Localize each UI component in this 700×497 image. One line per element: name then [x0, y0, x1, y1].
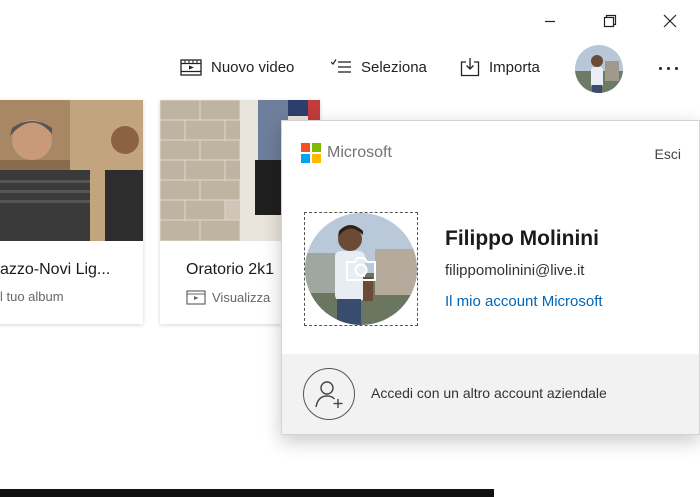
microsoft-logo: Microsoft — [301, 143, 392, 163]
photo-strip — [0, 489, 494, 497]
avatar — [575, 45, 623, 93]
new-video-label: Nuovo video — [211, 58, 295, 76]
my-microsoft-account-link[interactable]: Il mio account Microsoft — [445, 293, 603, 310]
album-thumbnail — [0, 100, 143, 241]
close-button[interactable] — [655, 8, 685, 34]
import-button[interactable]: Importa — [460, 52, 540, 82]
multi-select-icon — [330, 59, 351, 73]
import-label: Importa — [489, 58, 540, 76]
select-button[interactable]: Seleziona — [330, 52, 427, 82]
album-subtitle: l tuo album — [0, 289, 64, 304]
import-icon — [460, 58, 480, 77]
close-icon — [663, 14, 677, 28]
new-video-button[interactable]: Nuovo video — [180, 52, 294, 82]
camera-icon — [346, 257, 376, 281]
minimize-icon — [545, 20, 555, 23]
minimize-button[interactable] — [535, 8, 565, 34]
add-work-account-row[interactable]: Accedi con un altro account aziendale — [282, 354, 699, 434]
album-title: Oratorio 2k1 — [186, 261, 275, 278]
album-card[interactable]: azzo-Novi Lig... l tuo album — [0, 100, 143, 324]
account-user-name: Filippo Molinini — [445, 227, 599, 250]
restore-icon — [603, 14, 617, 28]
more-options-button[interactable] — [652, 56, 684, 80]
select-label: Seleziona — [361, 58, 427, 76]
account-flyout: Microsoft Esci Filippo Molinini filippom… — [281, 120, 700, 435]
account-email: filippomolinini@live.it — [445, 262, 585, 279]
restore-button[interactable] — [595, 8, 625, 34]
add-work-account-label: Accedi con un altro account aziendale — [371, 385, 607, 401]
account-avatar-button[interactable] — [575, 45, 623, 93]
more-icon — [658, 66, 662, 70]
account-picture-button[interactable] — [304, 212, 418, 326]
album-subtitle: Visualizza — [186, 289, 270, 305]
microsoft-brand-name: Microsoft — [327, 144, 392, 161]
add-account-icon — [303, 368, 355, 420]
sign-out-link[interactable]: Esci — [655, 146, 681, 162]
video-editor-icon — [186, 290, 206, 305]
microsoft-logo-icon — [301, 143, 321, 163]
video-editor-icon — [180, 59, 202, 76]
account-picture — [305, 213, 417, 325]
album-title: azzo-Novi Lig... — [0, 261, 111, 278]
